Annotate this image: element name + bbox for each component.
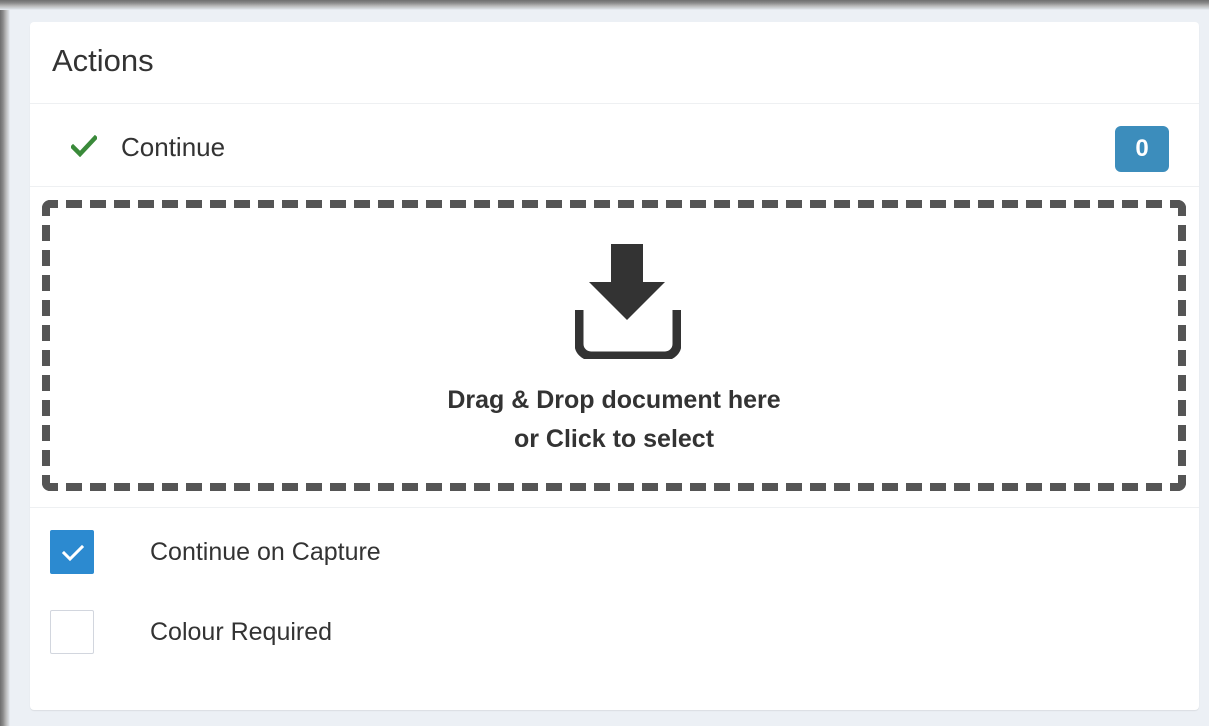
- dropzone-instruction-line1: Drag & Drop document here: [447, 386, 781, 414]
- checkmark-icon: [69, 134, 99, 158]
- continue-on-capture-checkbox[interactable]: [50, 530, 94, 574]
- colour-required-checkbox[interactable]: [50, 610, 94, 654]
- panel-title: Actions: [52, 43, 154, 78]
- document-dropzone[interactable]: Drag & Drop document here or Click to se…: [42, 200, 1186, 491]
- continue-label: Continue: [121, 132, 226, 162]
- dropzone-instruction-line2: or Click to select: [513, 425, 715, 453]
- dropzone-container: Drag & Drop document here or Click to se…: [30, 187, 1199, 508]
- panel-header: Actions: [30, 22, 1199, 104]
- download-icon: [574, 244, 682, 361]
- actions-panel: Actions Continue 0 Drag & Drop document …: [30, 22, 1199, 710]
- option-colour-required: Colour Required: [30, 608, 1199, 668]
- window-frame-top: [0, 0, 1209, 10]
- continue-action-row[interactable]: Continue 0: [30, 104, 1199, 187]
- window-frame-left: [0, 0, 10, 726]
- option-continue-on-capture: Continue on Capture: [30, 528, 1199, 588]
- count-badge: 0: [1115, 126, 1169, 172]
- continue-on-capture-label[interactable]: Continue on Capture: [150, 537, 381, 567]
- colour-required-label[interactable]: Colour Required: [150, 617, 332, 647]
